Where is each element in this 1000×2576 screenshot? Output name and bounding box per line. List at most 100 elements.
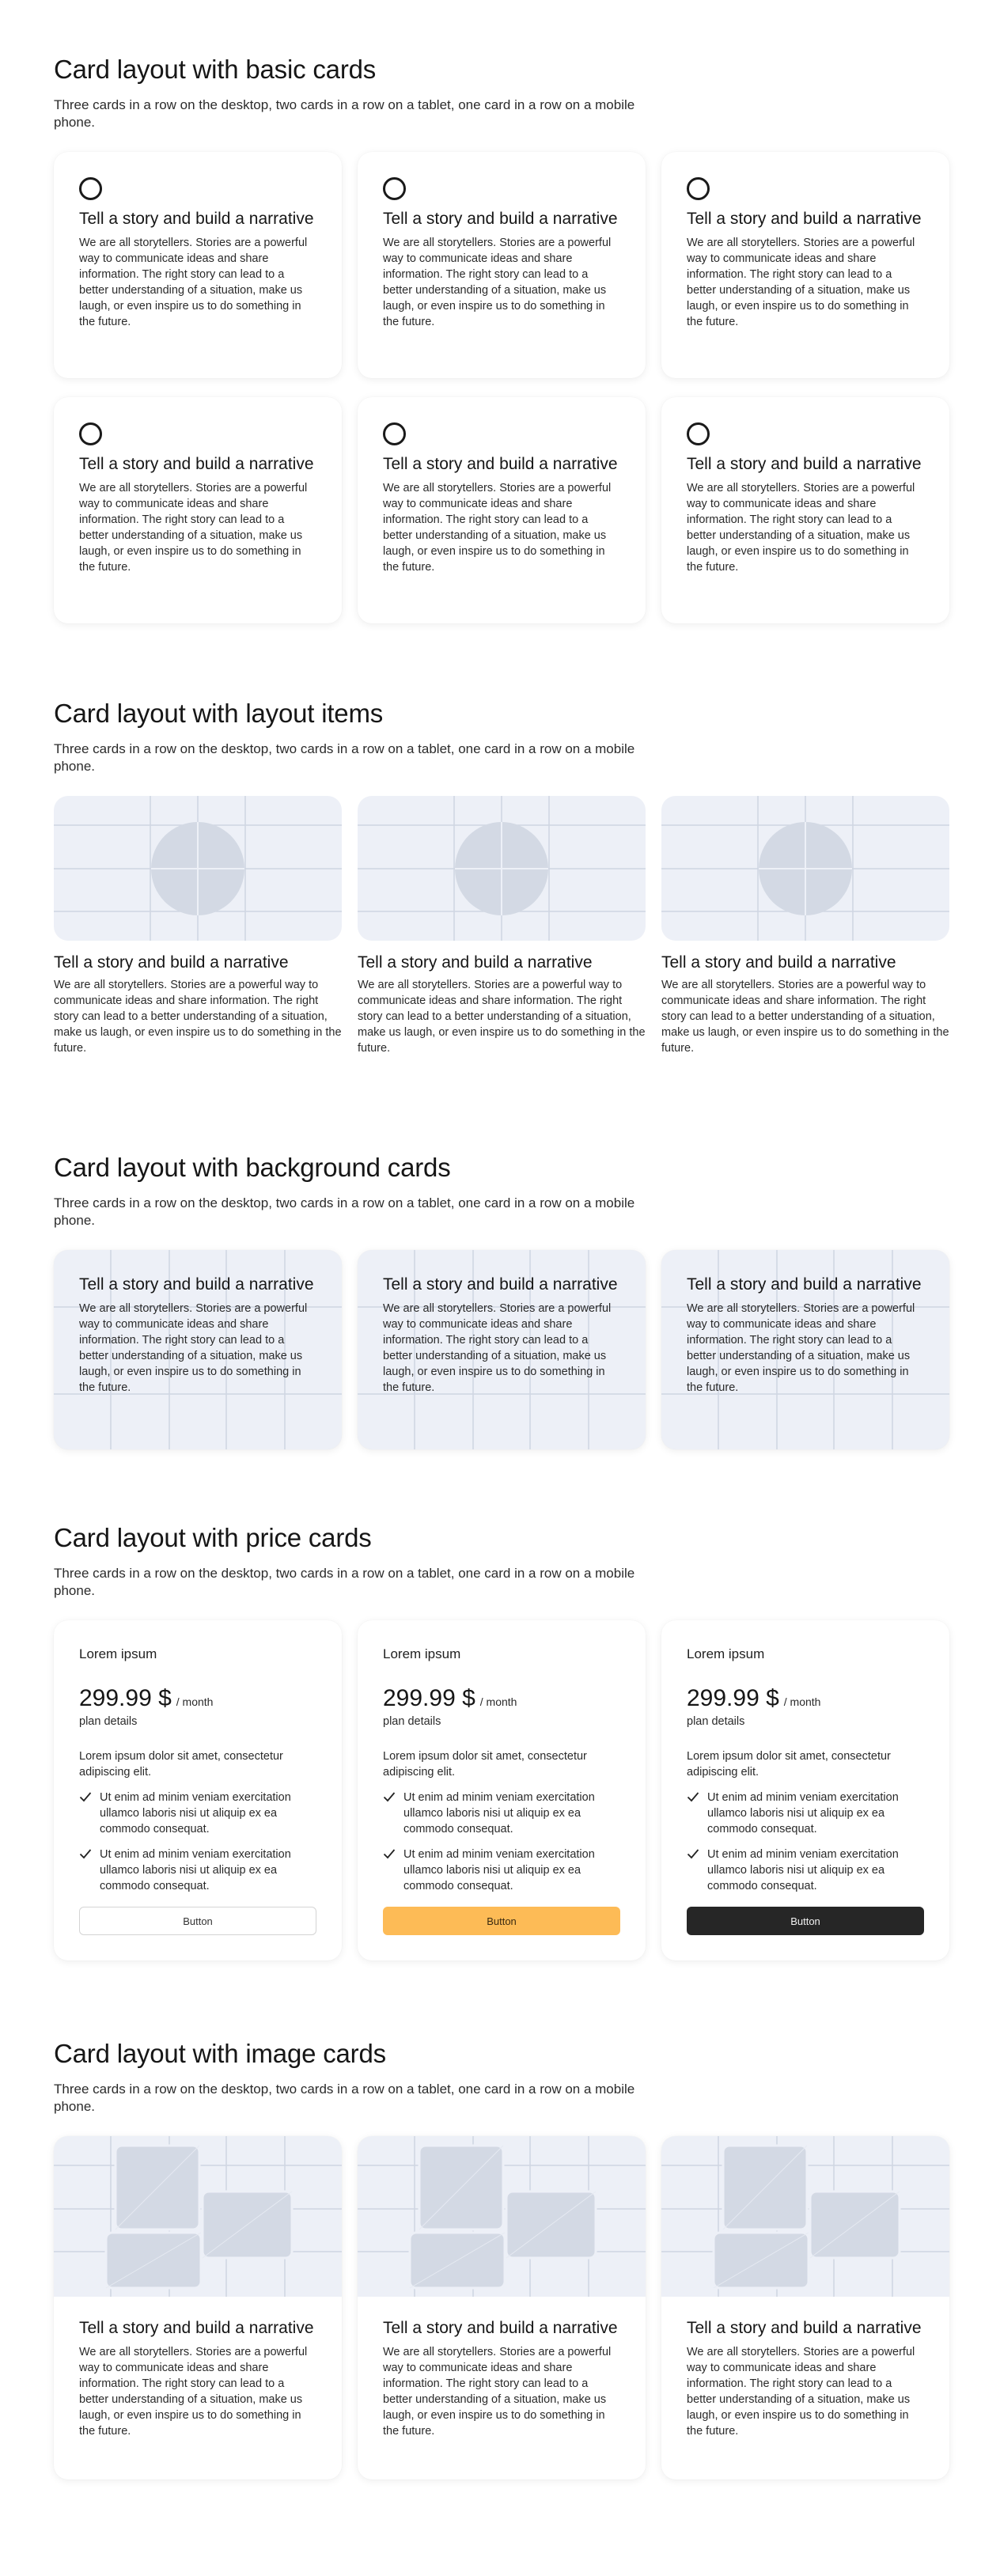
basic-card: Tell a story and build a narrative We ar… — [661, 397, 949, 623]
card-text: We are all storytellers. Stories are a p… — [687, 1302, 915, 1394]
feature-text: Ut enim ad minim veniam exercitation ull… — [403, 1848, 595, 1892]
background-card: Tell a story and build a narrative We ar… — [661, 1250, 949, 1449]
card-text: We are all storytellers. Stories are a p… — [383, 2346, 612, 2438]
check-icon — [383, 1792, 396, 1802]
price-row: 299.99 $ / month — [687, 1685, 924, 1712]
plan-details: plan details — [79, 1715, 138, 1728]
card-text: We are all storytellers. Stories are a p… — [383, 237, 612, 328]
card-title: Tell a story and build a narrative — [687, 210, 922, 228]
section-layout-items: Card layout with layout items Three card… — [54, 698, 949, 1055]
image-card-grid: Tell a story and build a narrative We ar… — [54, 2136, 949, 2479]
card-text: We are all storytellers. Stories are a p… — [383, 482, 612, 574]
card-title: Tell a story and build a narrative — [383, 2319, 618, 2337]
placeholder-grid-graphic — [358, 796, 646, 941]
price-amount: 299.99 $ — [79, 1685, 172, 1711]
section-description: Three cards in a row on the desktop, two… — [54, 741, 635, 774]
check-icon — [79, 1849, 92, 1859]
layout-item-card: Tell a story and build a narrative We ar… — [54, 796, 342, 1056]
price-card: Lorem ipsum 299.99 $ / month plan detail… — [54, 1620, 342, 1960]
section-description: Three cards in a row on the desktop, two… — [54, 1566, 635, 1598]
plan-button[interactable]: Button — [687, 1907, 924, 1935]
circle-icon — [79, 177, 102, 200]
image-placeholder-graphic — [661, 2136, 949, 2297]
background-card: Tell a story and build a narrative We ar… — [54, 1250, 342, 1449]
background-card: Tell a story and build a narrative We ar… — [358, 1250, 646, 1449]
section-description: Three cards in a row on the desktop, two… — [54, 1195, 635, 1228]
placeholder-grid-graphic — [661, 796, 949, 941]
card-title: Tell a story and build a narrative — [383, 455, 618, 473]
layout-item-grid: Tell a story and build a narrative We ar… — [54, 796, 949, 1056]
placeholder-image — [54, 796, 342, 941]
feature-text: Ut enim ad minim veniam exercitation ull… — [100, 1791, 291, 1835]
basic-card: Tell a story and build a narrative We ar… — [358, 152, 646, 378]
price-row: 299.99 $ / month — [383, 1685, 620, 1712]
price-card: Lorem ipsum 299.99 $ / month plan detail… — [358, 1620, 646, 1960]
image-card: Tell a story and build a narrative We ar… — [54, 2136, 342, 2479]
plan-name: Lorem ipsum — [383, 1646, 461, 1661]
card-text: We are all storytellers. Stories are a p… — [79, 1302, 308, 1394]
image-card: Tell a story and build a narrative We ar… — [358, 2136, 646, 2479]
card-text: We are all storytellers. Stories are a p… — [687, 2346, 915, 2438]
card-text: We are all storytellers. Stories are a p… — [383, 1302, 612, 1394]
image-placeholder-graphic — [54, 2136, 342, 2297]
basic-card: Tell a story and build a narrative We ar… — [661, 152, 949, 378]
circle-icon — [687, 422, 710, 445]
placeholder-image — [358, 796, 646, 941]
plan-name: Lorem ipsum — [687, 1646, 765, 1661]
card-text: We are all storytellers. Stories are a p… — [358, 979, 646, 1055]
section-description: Three cards in a row on the desktop, two… — [54, 97, 635, 130]
card-text: We are all storytellers. Stories are a p… — [79, 2346, 308, 2438]
placeholder-grid-graphic — [54, 796, 342, 941]
price-period: / month — [176, 1695, 214, 1708]
feature-item: Ut enim ad minim veniam exercitation ull… — [687, 1847, 924, 1894]
price-card: Lorem ipsum 299.99 $ / month plan detail… — [661, 1620, 949, 1960]
check-icon — [687, 1849, 699, 1859]
card-title: Tell a story and build a narrative — [383, 1275, 618, 1294]
feature-item: Ut enim ad minim veniam exercitation ull… — [383, 1847, 620, 1894]
section-background-cards: Card layout with background cards Three … — [54, 1152, 949, 1449]
price-row: 299.99 $ / month — [79, 1685, 316, 1712]
card-title: Tell a story and build a narrative — [687, 2319, 922, 2337]
feature-item: Ut enim ad minim veniam exercitation ull… — [79, 1847, 316, 1894]
check-icon — [79, 1792, 92, 1802]
price-period: / month — [783, 1695, 821, 1708]
plan-name: Lorem ipsum — [79, 1646, 157, 1661]
card-title: Tell a story and build a narrative — [79, 210, 314, 228]
plan-description: Lorem ipsum dolor sit amet, consectetur … — [79, 1750, 283, 1779]
plan-button[interactable]: Button — [79, 1907, 316, 1935]
card-title: Tell a story and build a narrative — [687, 455, 922, 473]
plan-description: Lorem ipsum dolor sit amet, consectetur … — [687, 1750, 891, 1779]
basic-card: Tell a story and build a narrative We ar… — [358, 397, 646, 623]
card-text: We are all storytellers. Stories are a p… — [79, 482, 308, 574]
feature-text: Ut enim ad minim veniam exercitation ull… — [100, 1848, 291, 1892]
basic-card: Tell a story and build a narrative We ar… — [54, 152, 342, 378]
feature-item: Ut enim ad minim veniam exercitation ull… — [687, 1790, 924, 1837]
card-title: Tell a story and build a narrative — [358, 953, 593, 972]
feature-text: Ut enim ad minim veniam exercitation ull… — [707, 1848, 899, 1892]
section-title: Card layout with basic cards — [54, 55, 377, 84]
layout-item-card: Tell a story and build a narrative We ar… — [358, 796, 646, 1056]
circle-icon — [79, 422, 102, 445]
card-text: We are all storytellers. Stories are a p… — [661, 979, 949, 1055]
plan-button[interactable]: Button — [383, 1907, 620, 1935]
basic-card: Tell a story and build a narrative We ar… — [54, 397, 342, 623]
plan-details: plan details — [383, 1715, 441, 1728]
card-title: Tell a story and build a narrative — [54, 953, 289, 972]
price-period: / month — [479, 1695, 517, 1708]
image-card: Tell a story and build a narrative We ar… — [661, 2136, 949, 2479]
image-placeholder — [54, 2136, 342, 2297]
image-placeholder — [358, 2136, 646, 2297]
plan-details: plan details — [687, 1715, 745, 1728]
section-price-cards: Card layout with price cards Three cards… — [54, 1522, 949, 1960]
section-basic-cards: Card layout with basic cards Three cards… — [54, 54, 949, 623]
layout-item-card: Tell a story and build a narrative We ar… — [661, 796, 949, 1056]
circle-icon — [383, 177, 406, 200]
image-placeholder-graphic — [358, 2136, 646, 2297]
background-card-grid: Tell a story and build a narrative We ar… — [54, 1250, 949, 1449]
plan-description: Lorem ipsum dolor sit amet, consectetur … — [383, 1750, 587, 1779]
section-title: Card layout with layout items — [54, 699, 384, 728]
section-title: Card layout with image cards — [54, 2039, 386, 2068]
circle-icon — [383, 422, 406, 445]
card-title: Tell a story and build a narrative — [79, 1275, 314, 1294]
card-title: Tell a story and build a narrative — [383, 210, 618, 228]
